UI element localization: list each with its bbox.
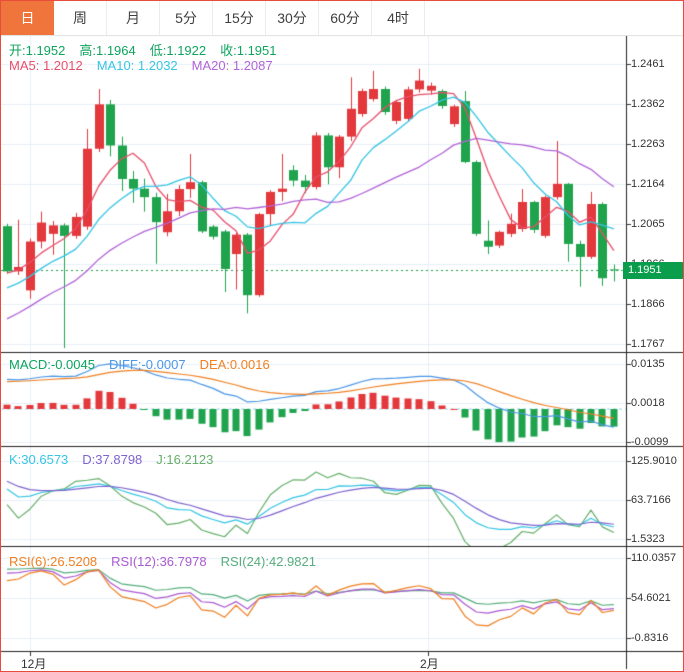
d-value: D:37.8798 <box>82 452 142 467</box>
rsi-axis-label: -0.8316 <box>631 632 683 644</box>
ma-legend: MA5: 1.2012 MA10: 1.2032 MA20: 1.2087 <box>9 58 287 73</box>
price-axis-label: 1.1767 <box>631 338 683 350</box>
current-price-tag: 1.1951 <box>623 262 684 279</box>
month-label: 2月 <box>420 655 439 672</box>
ohlc-high: 高:1.1964 <box>79 43 135 58</box>
kdj-axis-label: 63.7166 <box>631 494 683 506</box>
price-axis-label: 1.2065 <box>631 218 683 230</box>
tab-week[interactable]: 周 <box>54 1 107 35</box>
macd-axis-label: 0.0018 <box>631 397 683 409</box>
chart-canvas[interactable] <box>1 1 684 672</box>
tab-15min[interactable]: 15分 <box>213 1 266 35</box>
tab-60min[interactable]: 60分 <box>319 1 372 35</box>
rsi-axis-label: 110.0357 <box>631 552 683 564</box>
kdj-legend: K:30.6573 D:37.8798 J:16.2123 <box>9 452 227 467</box>
month-label: 12月 <box>21 655 46 672</box>
macd-value: MACD:-0.0045 <box>9 357 95 372</box>
rsi24-value: RSI(24):42.9821 <box>221 554 316 569</box>
macd-axis-label: 0.0135 <box>631 358 683 370</box>
dea-value: DEA:0.0016 <box>200 357 270 372</box>
tab-day[interactable]: 日 <box>1 1 54 35</box>
ma5-legend: MA5: 1.2012 <box>9 58 83 73</box>
rsi6-value: RSI(6):26.5208 <box>9 554 97 569</box>
tab-5min[interactable]: 5分 <box>160 1 213 35</box>
ohlc-low: 低:1.1922 <box>150 43 206 58</box>
rsi-axis-label: 54.6021 <box>631 592 683 604</box>
macd-axis-label: -0.0099 <box>631 436 683 448</box>
tab-30min[interactable]: 30分 <box>266 1 319 35</box>
price-axis-label: 1.2263 <box>631 138 683 150</box>
ma10-legend: MA10: 1.2032 <box>97 58 178 73</box>
ma20-legend: MA20: 1.2087 <box>192 58 273 73</box>
ohlc-open: 开:1.1952 <box>9 43 65 58</box>
ohlc-legend: 开:1.1952 高:1.1964 低:1.1922 收:1.1951 <box>9 40 291 59</box>
price-axis-label: 1.1866 <box>631 298 683 310</box>
k-value: K:30.6573 <box>9 452 68 467</box>
tab-4hour[interactable]: 4时 <box>372 1 425 35</box>
price-axis-label: 1.2362 <box>631 98 683 110</box>
rsi-legend: RSI(6):26.5208 RSI(12):36.7978 RSI(24):42.… <box>9 554 330 569</box>
ohlc-close: 收:1.1951 <box>220 43 276 58</box>
price-axis-label: 1.2164 <box>631 178 683 190</box>
j-value: J:16.2123 <box>156 452 213 467</box>
diff-value: DIFF:-0.0007 <box>109 357 186 372</box>
trading-chart-app: 日周月5分15分30分60分4时 开:1.1952 高:1.1964 低:1.192… <box>0 0 684 672</box>
rsi12-value: RSI(12):36.7978 <box>111 554 206 569</box>
tab-month[interactable]: 月 <box>107 1 160 35</box>
macd-legend: MACD:-0.0045 DIFF:-0.0007 DEA:0.0016 <box>9 357 284 372</box>
kdj-axis-label: 125.9010 <box>631 455 683 467</box>
timeframe-tabs: 日周月5分15分30分60分4时 <box>1 1 683 36</box>
price-axis-label: 1.2461 <box>631 58 683 70</box>
kdj-axis-label: 1.5323 <box>631 533 683 545</box>
